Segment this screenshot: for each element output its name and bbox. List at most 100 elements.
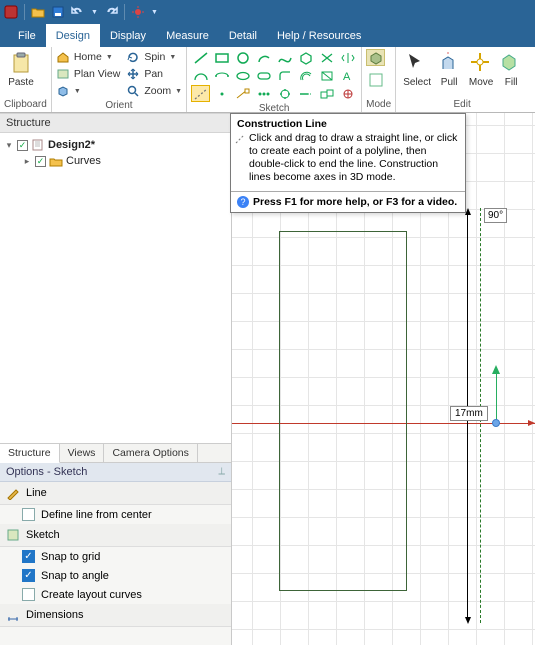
home-icon xyxy=(56,50,70,64)
zoom-button[interactable]: Zoom▼ xyxy=(126,83,182,99)
circle-tool[interactable] xyxy=(233,49,252,66)
sketch-tool-grid: A xyxy=(191,49,357,102)
zoom-icon xyxy=(126,84,140,98)
pattern-circular-tool[interactable] xyxy=(275,85,294,102)
ellipse-tool[interactable] xyxy=(233,67,252,84)
tab-structure[interactable]: Structure xyxy=(0,444,60,463)
mode-3d-icon[interactable] xyxy=(366,49,385,66)
checkbox-icon[interactable]: ✓ xyxy=(22,569,35,582)
pan-icon xyxy=(126,67,140,81)
settings-caret[interactable]: ▼ xyxy=(151,9,158,16)
view-cube-icon xyxy=(56,84,70,98)
options-section-sketch: Sketch ✓ Snap to grid ✓ Snap to angle Cr… xyxy=(0,524,231,604)
pan-button[interactable]: Pan xyxy=(126,66,182,82)
curves-folder-icon xyxy=(49,155,63,167)
mirror-tool[interactable] xyxy=(338,49,357,66)
move-sketch-tool[interactable] xyxy=(317,85,336,102)
folder-icon[interactable] xyxy=(31,5,45,19)
pin-icon[interactable]: ⟂ xyxy=(218,466,225,478)
length-badge[interactable]: 17mm xyxy=(450,406,488,421)
measure-tool[interactable] xyxy=(233,85,252,102)
menu-detail[interactable]: Detail xyxy=(219,24,267,47)
svg-text:A: A xyxy=(343,71,351,83)
fill-button[interactable]: Fill xyxy=(498,49,524,88)
mode-sketch-icon[interactable] xyxy=(366,71,385,88)
menu-display[interactable]: Display xyxy=(100,24,156,47)
construction-line-icon xyxy=(235,134,245,148)
text-tool[interactable]: A xyxy=(338,67,357,84)
sketch-rectangle[interactable] xyxy=(279,231,407,591)
tree-row-curves[interactable]: ▸ ✓ Curves xyxy=(4,153,227,169)
menu-file[interactable]: File xyxy=(8,24,46,47)
move-button[interactable]: Move xyxy=(464,49,498,88)
ribbon-group-mode: Mode xyxy=(362,47,396,112)
plan-view-button[interactable]: Plan View xyxy=(56,66,121,82)
structure-tree: ▾ ✓ Design2* ▸ ✓ Curves xyxy=(0,133,231,443)
checkbox-icon[interactable] xyxy=(22,508,35,521)
cursor-icon xyxy=(405,51,429,75)
tree-expand-icon[interactable]: ▾ xyxy=(4,140,14,151)
group-label-orient: Orient xyxy=(56,99,182,113)
undo-caret[interactable]: ▼ xyxy=(91,9,98,16)
undo-icon[interactable] xyxy=(71,5,85,19)
checkbox-icon[interactable] xyxy=(22,588,35,601)
pencil-icon xyxy=(6,486,20,500)
option-snap-to-grid[interactable]: ✓ Snap to grid xyxy=(0,547,231,566)
menu-measure[interactable]: Measure xyxy=(156,24,219,47)
trim-tool[interactable] xyxy=(317,49,336,66)
document-icon xyxy=(31,139,45,151)
option-define-line-from-center[interactable]: Define line from center xyxy=(0,505,231,524)
polygon-tool[interactable] xyxy=(296,49,315,66)
point-tool[interactable] xyxy=(212,85,231,102)
group-label-clipboard: Clipboard xyxy=(4,98,47,112)
ribbon-group-orient: Home▼ Plan View ▼ Spin▼ Pan xyxy=(52,47,187,112)
option-snap-to-angle[interactable]: ✓ Snap to angle xyxy=(0,566,231,585)
checkbox-icon[interactable]: ✓ xyxy=(17,140,28,151)
sketch-plane-icon xyxy=(6,528,20,542)
fillet-tool[interactable] xyxy=(275,67,294,84)
tree-item-label: Design2* xyxy=(48,139,95,151)
y-axis-arrow-icon xyxy=(492,365,500,374)
save-icon[interactable] xyxy=(51,5,65,19)
select-button[interactable]: Select xyxy=(400,49,434,88)
three-point-arc-tool[interactable] xyxy=(212,67,231,84)
menu-design[interactable]: Design xyxy=(46,24,100,47)
checkbox-icon[interactable]: ✓ xyxy=(22,550,35,563)
tree-row-design[interactable]: ▾ ✓ Design2* xyxy=(4,137,227,153)
dimension-arrow-icon xyxy=(465,617,471,624)
redo-icon[interactable] xyxy=(104,5,118,19)
scale-tool[interactable] xyxy=(338,85,357,102)
pull-button[interactable]: Pull xyxy=(434,49,464,88)
rectangle-tool[interactable] xyxy=(212,49,231,66)
tooltip-title: Construction Line xyxy=(231,114,465,132)
spin-button[interactable]: Spin▼ xyxy=(126,49,182,65)
divider xyxy=(24,4,25,20)
option-create-layout-curves[interactable]: Create layout curves xyxy=(0,585,231,604)
arc-tool[interactable] xyxy=(254,49,273,66)
slot-tool[interactable] xyxy=(254,67,273,84)
paste-button[interactable]: Paste xyxy=(4,49,38,88)
home-view-button[interactable]: Home▼ xyxy=(56,49,121,65)
dimensions-icon xyxy=(6,608,20,622)
x-axis-arrow-icon xyxy=(528,420,535,426)
spin-icon xyxy=(126,50,140,64)
tangent-arc-tool[interactable] xyxy=(191,67,210,84)
ribbon-group-sketch: A Sketch xyxy=(187,47,362,112)
tooltip-footer: ? Press F1 for more help, or F3 for a vi… xyxy=(231,192,465,212)
pattern-linear-tool[interactable] xyxy=(254,85,273,102)
menu-help-resources[interactable]: Help / Resources xyxy=(267,24,371,47)
tab-camera-options[interactable]: Camera Options xyxy=(104,444,197,462)
checkbox-icon[interactable]: ✓ xyxy=(35,156,46,167)
group-label-mode: Mode xyxy=(366,98,391,112)
construction-line-tool[interactable] xyxy=(191,85,210,102)
tree-expand-icon[interactable]: ▸ xyxy=(22,156,32,167)
project-tool[interactable] xyxy=(317,67,336,84)
extend-tool[interactable] xyxy=(296,85,315,102)
offset-tool[interactable] xyxy=(296,67,315,84)
line-tool[interactable] xyxy=(191,49,210,66)
spline-tool[interactable] xyxy=(275,49,294,66)
plan-view-icon xyxy=(56,67,70,81)
tab-views[interactable]: Views xyxy=(60,444,105,462)
settings-icon[interactable] xyxy=(131,5,145,19)
view-cube-button[interactable]: ▼ xyxy=(56,83,121,99)
